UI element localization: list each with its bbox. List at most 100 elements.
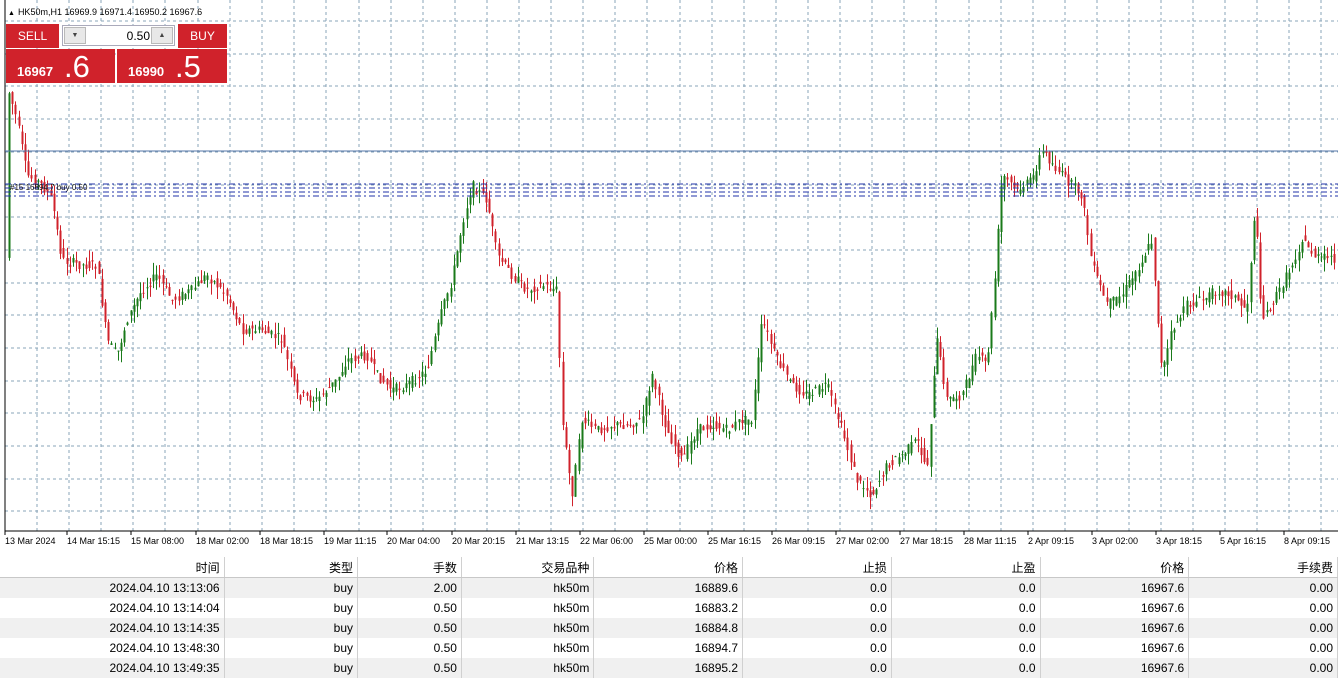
- candle-body: [1211, 288, 1214, 300]
- candle-body: [661, 399, 664, 415]
- candle-body: [802, 392, 805, 396]
- candle-body: [555, 286, 558, 290]
- candle-body: [382, 375, 385, 383]
- candle-body: [946, 381, 949, 397]
- table-row[interactable]: 2024.04.10 13:49:35 buy 0.50 hk50m 16895…: [0, 658, 1338, 678]
- candle-body: [363, 351, 366, 361]
- candle-body: [1333, 254, 1336, 263]
- candle-body: [274, 334, 277, 339]
- candle-body: [984, 357, 987, 361]
- candle-body: [165, 286, 168, 288]
- candle-body: [1320, 256, 1323, 258]
- candle-body: [562, 361, 565, 425]
- x-axis-label: 18 Mar 02:00: [196, 536, 249, 546]
- lot-increase-icon[interactable]: ▲: [151, 27, 173, 44]
- lot-decrease-icon[interactable]: ▼: [64, 27, 86, 44]
- candle-body: [434, 336, 437, 351]
- candle-body: [126, 322, 129, 325]
- lot-size-input[interactable]: [88, 27, 153, 44]
- candle-body: [418, 377, 421, 379]
- candle-body: [718, 422, 721, 429]
- candle-body: [69, 265, 72, 267]
- candle-body: [814, 386, 817, 389]
- col-header-current-price[interactable]: 价格: [1040, 557, 1190, 578]
- cell-time: 2024.04.10 13:13:06: [0, 577, 225, 598]
- candle-body: [1278, 287, 1281, 292]
- col-header-symbol[interactable]: 交易品种: [461, 557, 595, 578]
- candle-body: [760, 324, 763, 363]
- candle-body: [901, 454, 904, 456]
- col-header-open-price[interactable]: 价格: [593, 557, 744, 578]
- candle-body: [1202, 299, 1205, 301]
- cell-take-profit: 0.0: [891, 618, 1041, 638]
- candle-body: [88, 261, 91, 268]
- cell-commission: 0.00: [1188, 658, 1338, 678]
- candle-body: [206, 275, 209, 280]
- candle-body: [405, 383, 408, 389]
- x-axis-label: 20 Mar 04:00: [387, 536, 440, 546]
- candle-body: [824, 382, 827, 384]
- candle-body: [376, 370, 379, 372]
- candle-body: [917, 439, 920, 441]
- candle-body: [1131, 278, 1134, 285]
- candle-body: [725, 424, 728, 428]
- candle-body: [1125, 285, 1128, 297]
- candle-body: [942, 357, 945, 384]
- candle-body: [130, 310, 133, 316]
- candle-body: [194, 287, 197, 290]
- candle-body: [1112, 296, 1115, 301]
- cell-type: buy: [224, 638, 359, 658]
- table-row[interactable]: 2024.04.10 13:14:04 buy 0.50 hk50m 16883…: [0, 598, 1338, 618]
- buy-price-box[interactable]: 16990 .5: [117, 49, 227, 83]
- buy-button[interactable]: BUY: [178, 24, 227, 48]
- cell-volume: 0.50: [357, 658, 462, 678]
- candle-body: [539, 281, 542, 284]
- col-header-commission[interactable]: 手续费: [1188, 557, 1338, 578]
- candle-body: [549, 289, 552, 291]
- x-axis-label: 18 Mar 18:15: [260, 536, 313, 546]
- candle-body: [498, 243, 501, 256]
- col-header-take-profit[interactable]: 止盈: [891, 557, 1041, 578]
- candle-body: [1013, 182, 1016, 188]
- candle-body: [478, 190, 481, 193]
- candle-body: [91, 260, 94, 262]
- table-row[interactable]: 2024.04.10 13:13:06 buy 2.00 hk50m 16889…: [0, 577, 1338, 598]
- candle-body: [389, 380, 392, 389]
- col-header-type[interactable]: 类型: [224, 557, 359, 578]
- col-header-volume[interactable]: 手数: [357, 557, 462, 578]
- cell-commission: 0.00: [1188, 577, 1338, 598]
- candle-body: [712, 427, 715, 429]
- candle-body: [1006, 177, 1009, 180]
- sell-price-box[interactable]: 16967 .6: [6, 49, 115, 83]
- candle-body: [248, 328, 251, 334]
- cell-open-price: 16883.2: [593, 598, 744, 618]
- candle-body: [94, 266, 97, 269]
- candle-body: [331, 382, 334, 387]
- candle-body: [235, 312, 238, 320]
- x-axis-label: 2 Apr 09:15: [1028, 536, 1074, 546]
- sell-button[interactable]: SELL: [6, 24, 59, 48]
- col-header-time[interactable]: 时间: [0, 557, 225, 578]
- candle-body: [21, 131, 24, 145]
- col-header-stop-loss[interactable]: 止损: [742, 557, 892, 578]
- candle-body: [1176, 321, 1179, 323]
- candle-body: [1106, 297, 1109, 302]
- candle-body: [533, 286, 536, 292]
- candle-body: [178, 296, 181, 301]
- candle-body: [142, 292, 145, 294]
- candle-body: [706, 424, 709, 430]
- candle-body: [283, 334, 286, 347]
- candle-body: [366, 353, 369, 361]
- table-row[interactable]: 2024.04.10 13:14:35 buy 0.50 hk50m 16884…: [0, 618, 1338, 638]
- table-row[interactable]: 2024.04.10 13:48:30 buy 0.50 hk50m 16894…: [0, 638, 1338, 658]
- price-chart[interactable]: #15 16894.7 buy 0.50 13 Mar 2024 14 Mar 15…: [0, 0, 1338, 556]
- candle-body: [914, 439, 917, 441]
- candle-body: [270, 330, 273, 335]
- candle-body: [734, 421, 737, 430]
- candle-body: [354, 355, 357, 362]
- cell-symbol: hk50m: [461, 577, 595, 598]
- candle-body: [1054, 165, 1057, 171]
- candle-body: [440, 309, 443, 325]
- cell-stop-loss: 0.0: [742, 618, 892, 638]
- candle-body: [1173, 329, 1176, 333]
